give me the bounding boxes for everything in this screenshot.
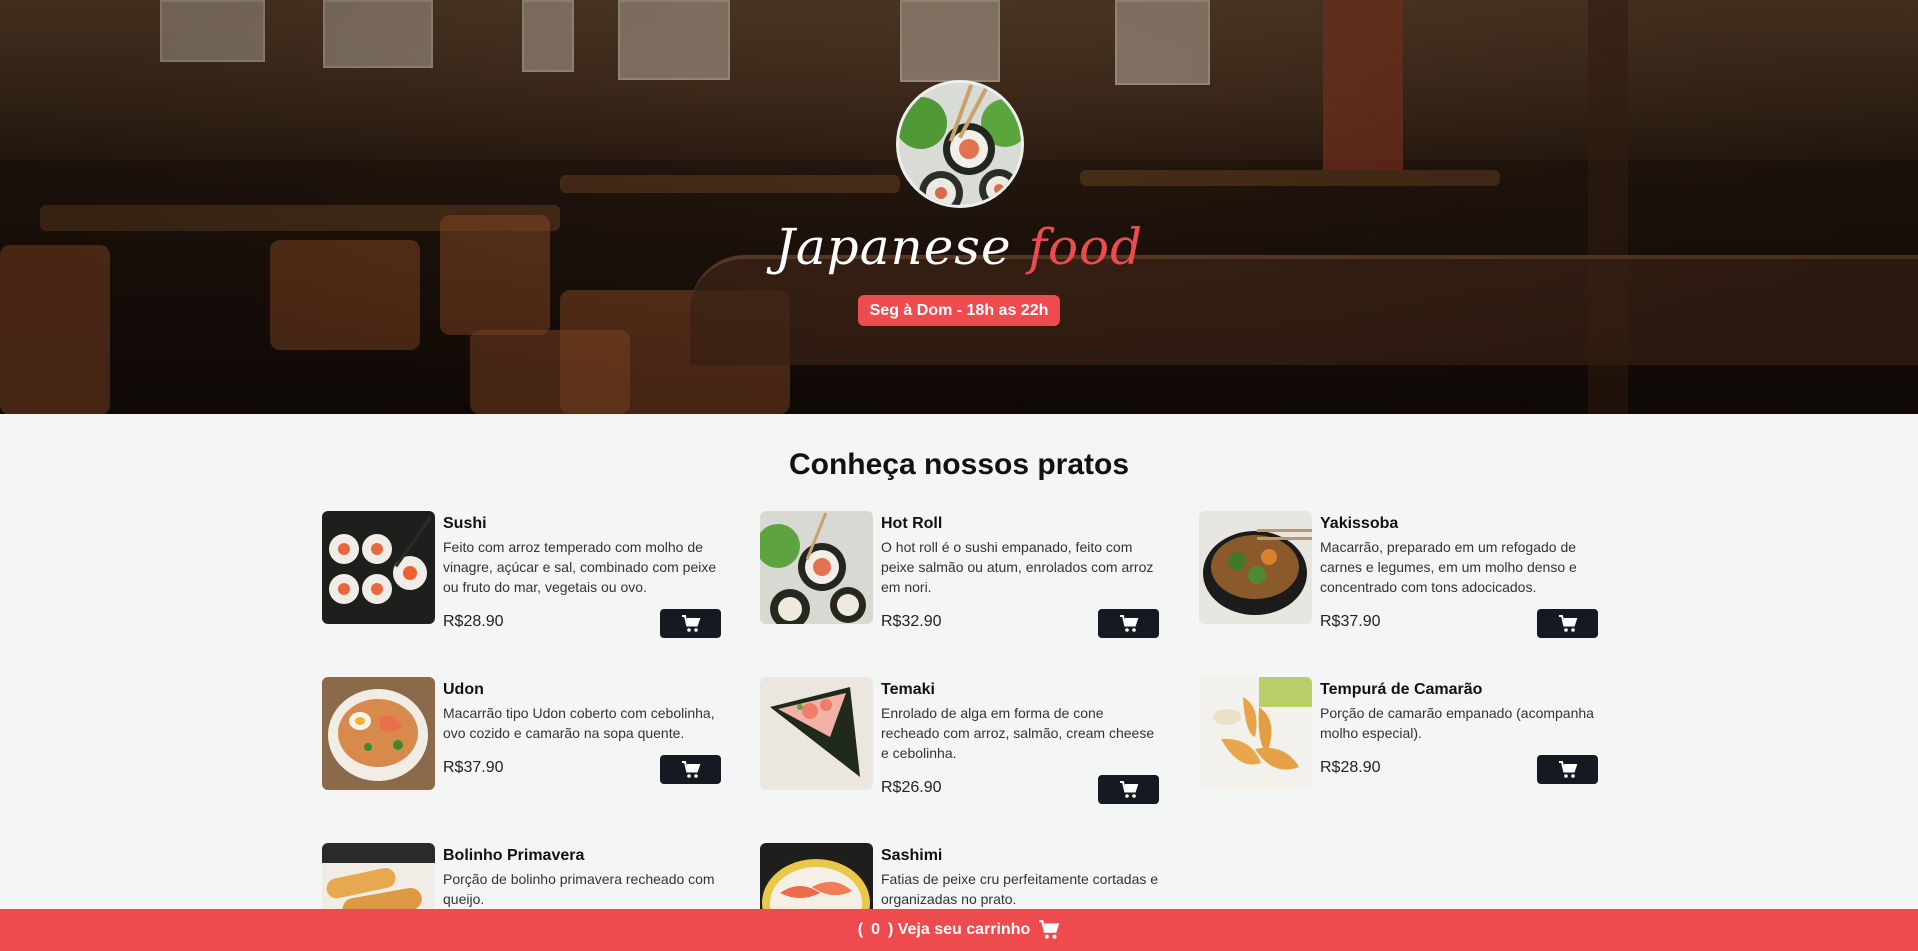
tempura-image: [1199, 677, 1312, 790]
dish-price: R$32.90: [881, 613, 942, 630]
brand-title-accent: food: [1028, 218, 1144, 276]
dish-info: Bolinho Primavera Porção de bolinho prim…: [443, 843, 721, 909]
add-to-cart-button[interactable]: [1098, 775, 1159, 804]
temaki-image: [760, 677, 873, 790]
dish-info: Yakissoba Macarrão, preparado em um refo…: [1320, 511, 1598, 597]
dish-name: Hot Roll: [881, 515, 943, 532]
sushi-roll-icon: [899, 83, 1021, 205]
dish-name: Bolinho Primavera: [443, 847, 585, 864]
dish-image: [322, 677, 435, 790]
brand-title-main: Japanese: [774, 218, 1012, 276]
dish-name: Sashimi: [881, 847, 943, 864]
dish-info: Tempurá de Camarão Porção de camarão emp…: [1320, 677, 1598, 743]
dish-info: Udon Macarrão tipo Udon coberto com cebo…: [443, 677, 721, 743]
cart-icon: [1558, 614, 1577, 632]
add-to-cart-button[interactable]: [660, 755, 721, 784]
dish-description: O hot roll é o sushi empanado, feito com…: [881, 539, 1154, 595]
dish-description: Feito com arroz temperado com molho de v…: [443, 539, 717, 595]
dish-name: Temaki: [881, 681, 935, 698]
cart-open-paren: (: [857, 921, 864, 938]
dish-description: Porção de camarão empanado (acompanha mo…: [1320, 705, 1594, 741]
dish-info: Hot Roll O hot roll é o sushi empanado, …: [881, 511, 1159, 597]
cart-icon: [681, 760, 700, 778]
logo-image: [896, 80, 1024, 208]
cart-icon: [1119, 780, 1138, 798]
opening-hours-badge: Seg à Dom - 18h as 22h: [858, 295, 1060, 326]
cart-count: 0: [871, 921, 880, 938]
dish-price: R$28.90: [1320, 759, 1381, 776]
menu-item-yakissoba: Yakissoba Macarrão, preparado em um refo…: [1199, 511, 1599, 651]
dish-image: [1199, 677, 1312, 790]
udon-image: [322, 677, 435, 790]
sushi-image: [322, 511, 435, 624]
dish-price: R$37.90: [1320, 613, 1381, 630]
dish-description: Enrolado de alga em forma de cone rechea…: [881, 705, 1155, 761]
add-to-cart-button[interactable]: [1537, 609, 1598, 638]
dish-price: R$28.90: [443, 613, 504, 630]
yakissoba-image: [1199, 511, 1312, 624]
menu-item-temaki: Temaki Enrolado de alga em forma de cone…: [760, 677, 1160, 817]
menu-item-hot-roll: Hot Roll O hot roll é o sushi empanado, …: [760, 511, 1160, 651]
menu-item-udon: Udon Macarrão tipo Udon coberto com cebo…: [322, 677, 722, 817]
dish-name: Tempurá de Camarão: [1320, 681, 1483, 698]
menu-title: Conheça nossos pratos: [788, 448, 1130, 481]
cart-icon: [1558, 760, 1577, 778]
add-to-cart-button[interactable]: [660, 609, 721, 638]
cart-label: ) Veja seu carrinho: [887, 921, 1031, 938]
dish-image: [760, 511, 873, 624]
add-to-cart-button[interactable]: [1537, 755, 1598, 784]
dish-info: Sushi Feito com arroz temperado com molh…: [443, 511, 721, 597]
cart-icon: [681, 614, 700, 632]
dish-image: [322, 511, 435, 624]
view-cart-button[interactable]: ( 0 ) Veja seu carrinho: [0, 909, 1918, 951]
dish-description: Porção de bolinho primavera recheado com…: [443, 871, 715, 907]
hero-banner: Japanese food Seg à Dom - 18h as 22h: [0, 0, 1918, 414]
brand-title: Japanese food: [0, 218, 1918, 276]
dish-image: [760, 677, 873, 790]
dish-description: Macarrão, preparado em um refogado de ca…: [1320, 539, 1577, 595]
menu-item-tempura-camarao: Tempurá de Camarão Porção de camarão emp…: [1199, 677, 1599, 817]
dish-price: R$26.90: [881, 779, 942, 796]
dish-name: Sushi: [443, 515, 487, 532]
add-to-cart-button[interactable]: [1098, 609, 1159, 638]
dish-description: Fatias de peixe cru perfeitamente cortad…: [881, 871, 1159, 907]
dish-name: Udon: [443, 681, 484, 698]
dish-description: Macarrão tipo Udon coberto com cebolinha…: [443, 705, 715, 741]
dish-price: R$37.90: [443, 759, 504, 776]
cart-icon: [1119, 614, 1138, 632]
cart-icon: [1039, 920, 1060, 939]
menu-item-sushi: Sushi Feito com arroz temperado com molh…: [322, 511, 722, 651]
dish-name: Yakissoba: [1320, 515, 1399, 532]
dish-image: [1199, 511, 1312, 624]
dish-info: Temaki Enrolado de alga em forma de cone…: [881, 677, 1159, 763]
dish-info: Sashimi Fatias de peixe cru perfeitament…: [881, 843, 1159, 909]
hot-roll-image: [760, 511, 873, 624]
